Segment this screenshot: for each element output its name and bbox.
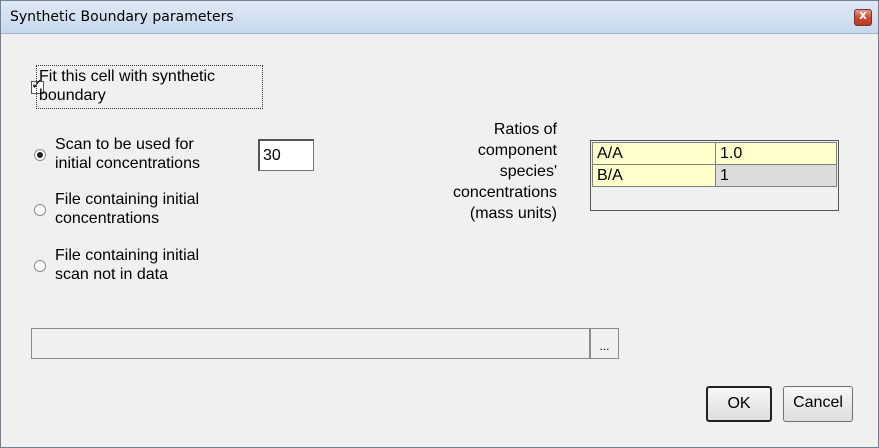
title-bar[interactable]: Synthetic Boundary parameters x bbox=[1, 1, 878, 34]
close-button[interactable]: x bbox=[854, 8, 872, 26]
ratios-label: Ratios of component species' concentrati… bbox=[452, 121, 557, 222]
ratio-value-cell[interactable]: 1.0 bbox=[715, 142, 837, 165]
scan-radio-label[interactable]: Scan to be used for initial concentratio… bbox=[55, 135, 200, 173]
browse-button[interactable]: ... bbox=[590, 328, 619, 359]
fit-synthetic-label[interactable]: Fit this cell with synthetic boundary bbox=[39, 67, 215, 105]
file-scan-radio[interactable] bbox=[34, 260, 46, 272]
file-initial-radio[interactable] bbox=[34, 204, 46, 216]
ratio-row: B/A 1 bbox=[592, 164, 837, 187]
ratio-value-cell: 1 bbox=[715, 164, 837, 187]
dialog-window: Synthetic Boundary parameters x ✓ Fit th… bbox=[0, 0, 879, 448]
ratios-grid: A/A 1.0 B/A 1 bbox=[592, 142, 837, 187]
ratio-row: A/A 1.0 bbox=[592, 142, 837, 165]
file-scan-radio-label[interactable]: File containing initial scan not in data bbox=[55, 246, 199, 284]
window-title: Synthetic Boundary parameters bbox=[10, 9, 234, 25]
file-path-field[interactable] bbox=[31, 328, 590, 359]
cancel-button[interactable]: Cancel bbox=[783, 386, 853, 422]
ratio-name-cell[interactable]: A/A bbox=[592, 142, 716, 165]
ratio-name-cell[interactable]: B/A bbox=[592, 164, 716, 187]
scan-number-input[interactable] bbox=[258, 139, 314, 171]
file-initial-radio-label[interactable]: File containing initial concentrations bbox=[55, 190, 199, 228]
ok-button[interactable]: OK bbox=[706, 386, 772, 422]
scan-radio[interactable] bbox=[34, 149, 46, 161]
close-icon: x bbox=[859, 8, 867, 22]
